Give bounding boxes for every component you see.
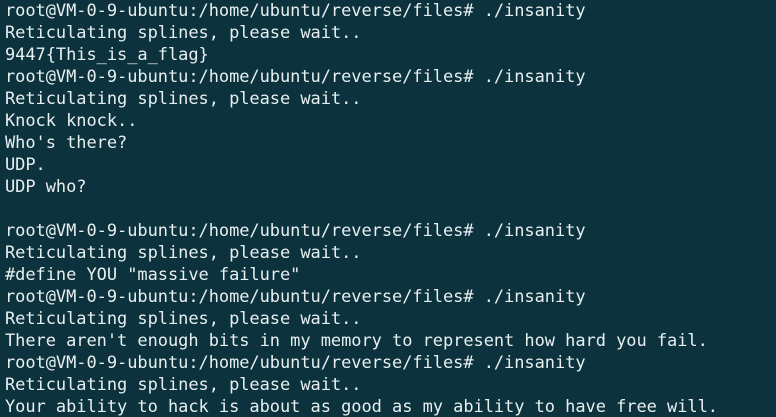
output-line: UDP.: [5, 155, 46, 175]
output-line: Your ability to hack is about as good as…: [5, 397, 718, 417]
prompt-line: root@VM-0-9-ubuntu:/home/ubuntu/reverse/…: [5, 221, 586, 241]
output-line: UDP who?: [5, 177, 87, 197]
output-line: Reticulating splines, please wait..: [5, 89, 362, 109]
prompt-line: root@VM-0-9-ubuntu:/home/ubuntu/reverse/…: [5, 287, 586, 307]
output-line: Reticulating splines, please wait..: [5, 309, 362, 329]
prompt-line: root@VM-0-9-ubuntu:/home/ubuntu/reverse/…: [5, 67, 586, 87]
output-line: Knock knock..: [5, 111, 138, 131]
output-line: #define YOU "massive failure": [5, 265, 301, 285]
prompt-line: root@VM-0-9-ubuntu:/home/ubuntu/reverse/…: [5, 1, 586, 21]
output-line: Reticulating splines, please wait..: [5, 375, 362, 395]
prompt-line: root@VM-0-9-ubuntu:/home/ubuntu/reverse/…: [5, 353, 586, 373]
terminal-window[interactable]: root@VM-0-9-ubuntu:/home/ubuntu/reverse/…: [0, 0, 776, 417]
output-line: 9447{This_is_a_flag}: [5, 45, 209, 65]
output-line: Reticulating splines, please wait..: [5, 243, 362, 263]
output-line: Reticulating splines, please wait..: [5, 23, 362, 43]
output-line: There aren't enough bits in my memory to…: [5, 331, 708, 351]
output-line: Who's there?: [5, 133, 128, 153]
